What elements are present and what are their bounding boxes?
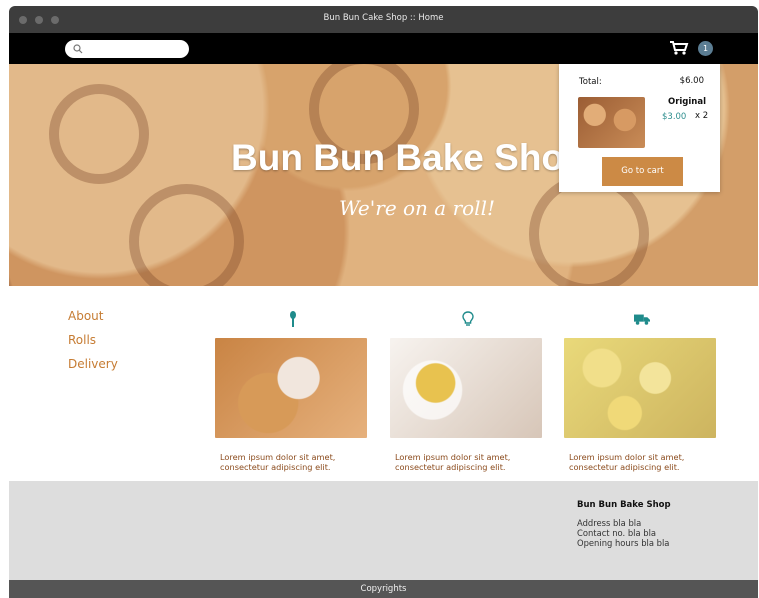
menu-item-rolls[interactable]: Rolls: [68, 333, 96, 347]
copyright-bar: Copyrights: [9, 580, 758, 598]
menu-item-delivery[interactable]: Delivery: [68, 357, 118, 371]
cart-item-quantity: x 2: [695, 111, 709, 121]
hero-swirl: [49, 84, 149, 184]
total-value: $6.00: [679, 76, 704, 86]
cart-count-badge: 1: [698, 41, 713, 56]
feature-text: Lorem ipsum dolor sit amet, consectetur …: [220, 452, 336, 472]
cinnamon-roll-image: [215, 338, 367, 438]
go-to-cart-button[interactable]: Go to cart: [602, 157, 683, 186]
spoon-icon: [290, 311, 296, 327]
cart-item-name: Original: [667, 97, 706, 107]
hero-subtitle: We're on a roll!: [339, 196, 496, 220]
cart-item-price: $3.00: [662, 112, 687, 122]
cart-popup: Total: $6.00 Original $3.00 x 2 Go to ca…: [559, 64, 720, 192]
title-bar: Bun Bun Cake Shop :: Home: [9, 6, 758, 33]
browser-window: Bun Bun Cake Shop :: Home 1 Bun Bun Bake…: [9, 6, 758, 598]
lightbulb-icon: [462, 311, 474, 326]
footer-contact-no: Contact no. bla bla: [577, 528, 657, 538]
feature-text: Lorem ipsum dolor sit amet, consectetur …: [569, 452, 685, 472]
window-title: Bun Bun Cake Shop :: Home: [323, 13, 444, 23]
tea-cinnamon-image: [390, 338, 542, 438]
cart-icon[interactable]: [669, 40, 689, 56]
footer-title: Bun Bun Bake Shop: [577, 500, 671, 510]
footer-address: Address bla bla: [577, 518, 642, 528]
search-icon: [73, 44, 83, 54]
feature-text: Lorem ipsum dolor sit amet, consectetur …: [395, 452, 511, 472]
pastries-tray-image: [564, 338, 716, 438]
top-navbar: 1: [9, 33, 758, 64]
search-input[interactable]: [65, 40, 189, 58]
hero-swirl: [129, 184, 244, 286]
hero-title: Bun Bun Bake Shop: [231, 137, 587, 178]
cart-item-image: [578, 97, 645, 148]
truck-icon: [634, 314, 650, 325]
footer-hours: Opening hours bla bla: [577, 538, 670, 548]
total-label: Total:: [579, 77, 602, 87]
footer-contact: Address bla bla Contact no. bla bla Open…: [577, 518, 669, 548]
menu-item-about[interactable]: About: [68, 309, 103, 323]
